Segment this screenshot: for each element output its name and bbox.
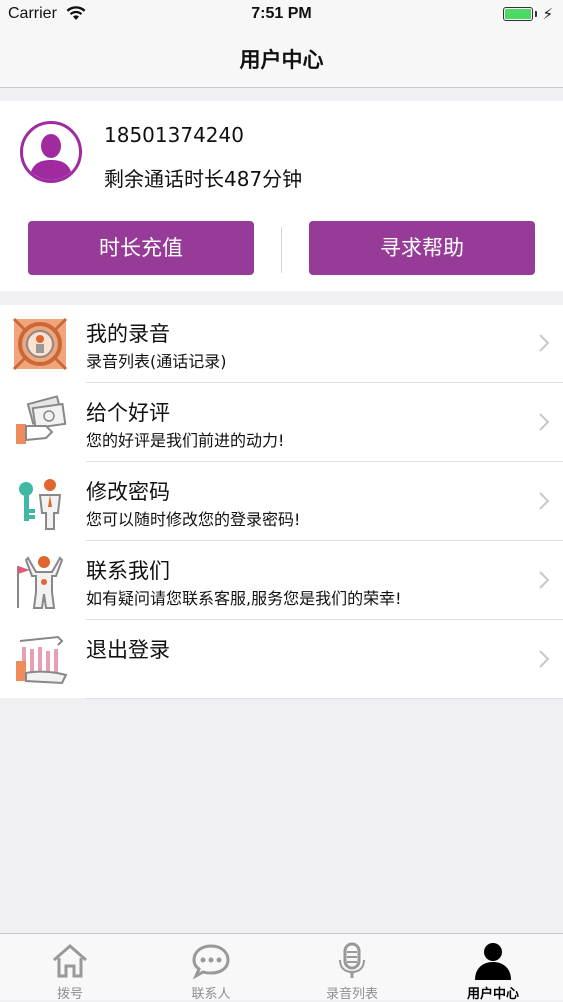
tab-label: 拨号 [56,987,83,1002]
tab-label: 录音列表 [325,987,378,1002]
menu-item-rate-us[interactable]: 给个好评 您的好评是我们前进的动力! [0,384,563,462]
phone-number: 18501374240 [104,123,244,147]
remaining-minutes: 剩余通话时长487分钟 [104,167,303,191]
menu-subtitle: 您可以随时修改您的登录密码! [86,510,301,529]
key-person-icon [19,479,62,530]
money-hand-icon [16,395,67,444]
chat-bubble-icon [192,944,230,980]
tab-contacts[interactable]: 联系人 [141,934,281,1002]
chevron-right-icon [539,571,549,589]
menu-title: 退出登录 [86,638,170,662]
battery-tip [535,11,537,17]
help-button[interactable]: 寻求帮助 [309,221,535,275]
clock: 7:51 PM [251,5,312,22]
battery-icon [503,7,533,21]
user-icon [475,943,511,980]
menu-title: 联系我们 [86,559,170,583]
logout-icon [16,635,68,685]
tab-dial[interactable]: 拨号 [0,934,140,1002]
tab-label: 用户中心 [466,987,519,1002]
menu-subtitle: 录音列表(通话记录) [86,352,227,371]
chevron-right-icon [539,334,549,352]
charging-icon: ⚡ [542,5,553,23]
user-silhouette-icon [29,134,73,180]
status-bar: Carrier 7:51 PM ⚡ [0,0,563,30]
tab-bar: 拨号 联系人 录音列表 用户中心 [0,933,563,1002]
page-title: 用户中心 [239,48,324,72]
avatar[interactable] [20,121,82,183]
chevron-right-icon [539,492,549,510]
navigation-bar: 用户中心 [0,30,563,88]
menu-title: 修改密码 [86,480,170,504]
recharge-button[interactable]: 时长充值 [28,221,254,275]
tab-recordings[interactable]: 录音列表 [282,934,422,1002]
menu-title: 给个好评 [86,401,170,425]
button-divider [281,227,282,273]
chevron-right-icon [539,650,549,668]
menu-title: 我的录音 [86,322,170,346]
menu-list: 我的录音 录音列表(通话记录) 给个好评 您的好评是我们前进的动力! 修改密码 … [0,305,563,699]
menu-subtitle: 您的好评是我们前进的动力! [86,431,285,450]
profile-card: 18501374240 剩余通话时长487分钟 时长充值 寻求帮助 [0,101,563,291]
chevron-right-icon [539,413,549,431]
menu-item-change-password[interactable]: 修改密码 您可以随时修改您的登录密码! [0,463,563,541]
menu-item-my-recordings[interactable]: 我的录音 录音列表(通话记录) [0,305,563,383]
menu-item-logout[interactable]: 退出登录 [0,621,563,699]
recording-icon [12,317,68,371]
tab-label: 联系人 [191,987,231,1002]
tab-user-center[interactable]: 用户中心 [423,934,563,1002]
home-icon [53,944,87,978]
menu-subtitle: 如有疑问请您联系客服,服务您是我们的荣幸! [86,589,402,608]
menu-item-contact-us[interactable]: 联系我们 如有疑问请您联系客服,服务您是我们的荣幸! [0,542,563,620]
contact-person-icon [17,556,64,609]
microphone-icon [339,942,365,978]
